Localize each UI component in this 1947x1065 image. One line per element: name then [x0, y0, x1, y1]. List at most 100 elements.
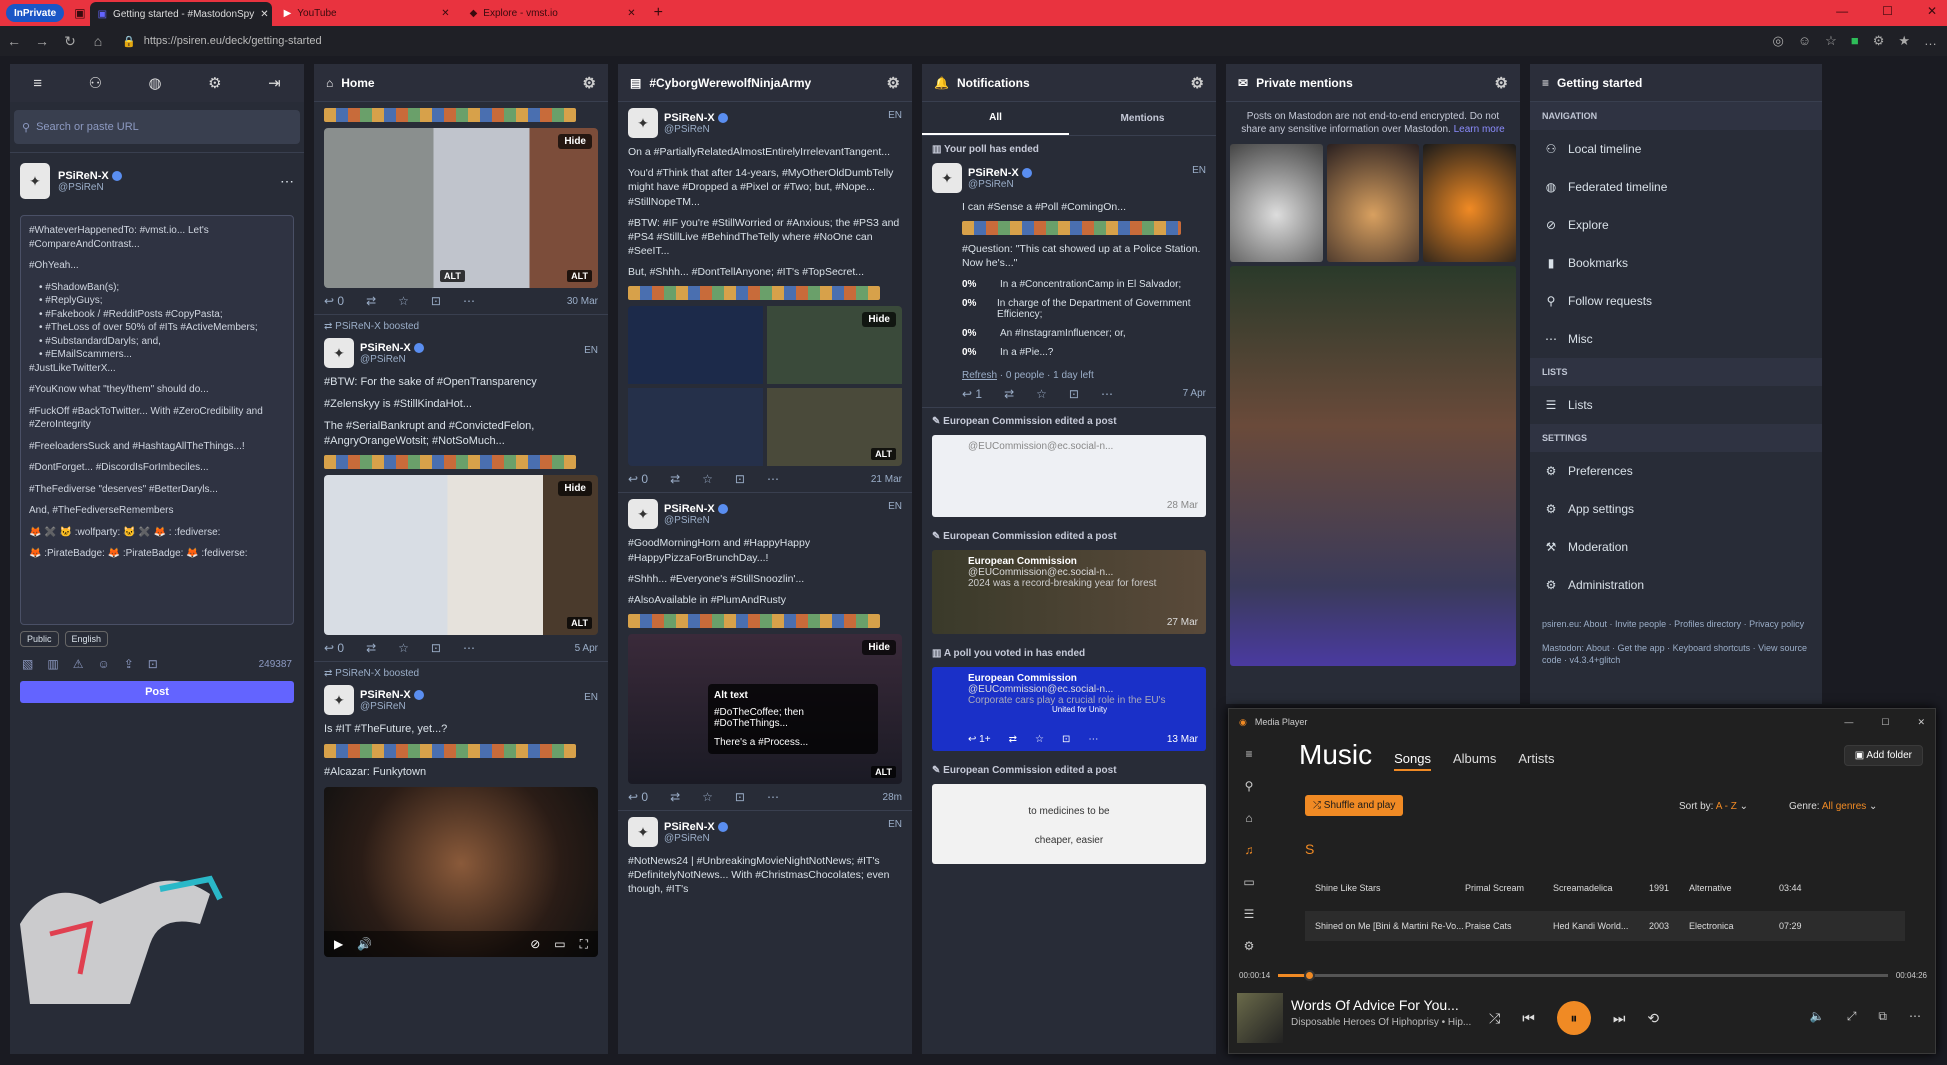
compose-textarea[interactable]: #WhateverHappenedTo: #vmst.io... Let's #… [20, 215, 294, 625]
back-icon[interactable]: ← [0, 33, 28, 49]
sort-dropdown[interactable]: Sort by: A - Z ⌄ [1679, 801, 1748, 812]
pip-icon[interactable]: ▭ [554, 937, 565, 951]
maximize-icon[interactable]: ☐ [1881, 717, 1889, 728]
menu-dots-icon[interactable]: … [1924, 33, 1937, 49]
avatar[interactable]: ✦ [628, 108, 658, 138]
illustration-image[interactable] [1230, 266, 1516, 666]
seek-bar[interactable] [1278, 970, 1888, 981]
media-gallery[interactable]: Hide ALT [324, 475, 598, 636]
home-icon[interactable]: ⌂ [84, 33, 112, 49]
avatar[interactable]: ✦ [324, 338, 354, 368]
status[interactable]: Hide ALT ALT ↩ 0 ⇄ ☆ ⊡ ⋯ 30 Mar [314, 102, 608, 315]
fullscreen-icon[interactable]: ⛶ [580, 937, 588, 952]
search-icon[interactable]: ⚲ [1245, 779, 1254, 793]
post-button[interactable]: Post [20, 681, 294, 703]
favourite-icon[interactable]: ☆ [1036, 387, 1047, 401]
shuffle-icon[interactable]: ⤮ [1489, 1010, 1500, 1027]
minimize-icon[interactable]: — [1836, 4, 1848, 18]
reply-icon[interactable]: ↩ 0 [628, 472, 648, 486]
media-gallery[interactable]: Hide Alt text #DoTheCoffee; then #DoTheT… [628, 634, 902, 785]
now-playing-artist[interactable]: Disposable Heroes Of Hiphoprisy • Hip... [1291, 1017, 1471, 1028]
close-tab-icon[interactable]: ✕ [441, 8, 449, 19]
hide-button[interactable]: Hide [558, 481, 592, 497]
close-icon[interactable]: ✕ [1917, 717, 1925, 728]
reload-icon[interactable]: ↻ [56, 33, 84, 50]
favorite-star-icon[interactable]: ☆ [1825, 33, 1837, 49]
status[interactable]: ✦ PSiReN-X @PSiReN EN #NotNews24 | #Unbrea… [618, 811, 912, 910]
status[interactable]: ⇄ PSiReN-X boosted ✦ PSiReN-X @PSiReN EN #… [314, 315, 608, 663]
nav-explore[interactable]: ⊘ Explore [1530, 206, 1822, 244]
status[interactable]: ⇄ PSiReN-X boosted ✦ PSiReN-X @PSiReN EN I… [314, 662, 608, 967]
poll-refresh-link[interactable]: Refresh [962, 370, 997, 381]
play-icon[interactable]: ▶ [334, 937, 343, 951]
edited-post-card[interactable]: @EUCommission@ec.social-n... 28 Mar [932, 434, 1206, 517]
queue-icon[interactable]: ☰ [1244, 907, 1255, 921]
mastodon-footer[interactable]: Mastodon: About · Get the app · Keyboard… [1530, 638, 1822, 670]
globe-icon[interactable]: ◍ [149, 74, 162, 92]
edited-post-card[interactable]: European Commission @EUCommission@ec.soc… [932, 549, 1206, 634]
genre-dropdown[interactable]: Genre: All genres ⌄ [1789, 801, 1877, 812]
nav-bookmarks[interactable]: ▮ Bookmarks [1530, 244, 1822, 282]
miniplayer-icon[interactable]: ⧉ [1878, 1009, 1887, 1024]
reply-icon[interactable]: ↩ 0 [628, 790, 648, 804]
tab-mentions[interactable]: Mentions [1069, 102, 1216, 135]
tab-artists[interactable]: Artists [1518, 751, 1554, 771]
maximize-icon[interactable]: ☐ [1882, 4, 1893, 18]
media-gallery[interactable] [1230, 144, 1517, 262]
reply-icon[interactable]: ↩ 0 [324, 294, 344, 308]
reply-icon[interactable]: ↩ 0 [324, 641, 344, 655]
add-folder-button[interactable]: ▣ Add folder [1843, 745, 1923, 766]
tab-youtube[interactable]: ▶ YouTube ✕ [276, 2, 458, 24]
more-icon[interactable]: ⋯ [767, 472, 779, 486]
extensions-icon[interactable]: ⚙ [1873, 33, 1885, 49]
next-icon[interactable]: ⏭ [1613, 1010, 1626, 1027]
status[interactable]: ✦ PSiReN-X @PSiReN EN #GoodMorningHorn and… [618, 493, 912, 812]
close-tab-icon[interactable]: ✕ [260, 9, 268, 20]
boost-icon[interactable]: ⇄ [670, 790, 680, 804]
nav-app-settings[interactable]: ⚙ App settings [1530, 490, 1822, 528]
hide-button[interactable]: Hide [862, 640, 896, 656]
favorites-icon[interactable]: ★ [1898, 33, 1910, 49]
favourite-icon[interactable]: ☆ [398, 641, 409, 655]
nav-preferences[interactable]: ⚙ Preferences [1530, 452, 1822, 490]
reply-icon[interactable]: ↩ 1 [962, 387, 982, 401]
captions-icon[interactable]: ⊘ [530, 937, 540, 951]
close-window-icon[interactable]: ✕ [1927, 4, 1937, 18]
tracking-icon[interactable]: ◎ [1773, 33, 1784, 49]
favourite-icon[interactable]: ☆ [398, 294, 409, 308]
boost-icon[interactable]: ⇄ [366, 641, 376, 655]
favourite-icon[interactable]: ☆ [1035, 734, 1044, 745]
logout-icon[interactable]: ⇥ [268, 74, 281, 92]
share-icon[interactable]: ⇪ [124, 657, 134, 671]
close-tab-icon[interactable]: ✕ [627, 8, 635, 19]
menu-icon[interactable]: ≡ [33, 75, 42, 92]
tab-all[interactable]: All [922, 102, 1069, 135]
bookmark-icon[interactable]: ⊡ [735, 472, 745, 486]
media-gallery[interactable]: Hide ALT [628, 306, 902, 467]
volume-icon[interactable]: 🔈 [1810, 1009, 1825, 1024]
minimize-icon[interactable]: — [1844, 717, 1853, 728]
bookmark-icon[interactable]: ⊡ [735, 790, 745, 804]
column-settings-icon[interactable]: ⚙ [583, 74, 596, 92]
status[interactable]: ✦ PSiReN-X @PSiReN EN On a #PartiallyRelat… [618, 102, 912, 494]
column-settings-icon[interactable]: ⚙ [887, 74, 900, 92]
boost-icon[interactable]: ⇄ [1009, 734, 1017, 745]
search-input[interactable]: ⚲ Search or paste URL [14, 110, 300, 144]
nav-follow-requests[interactable]: ⚲ Follow requests [1530, 282, 1822, 320]
previous-icon[interactable]: ⏮ [1522, 1010, 1535, 1027]
avatar[interactable]: ✦ [628, 817, 658, 848]
extension-icon[interactable]: ■ [1851, 33, 1859, 49]
video-player[interactable]: ▶ 🔊 ⊘ ▭ ⛶ [324, 787, 598, 958]
album-art[interactable] [1237, 993, 1283, 1043]
avatar[interactable]: ✦ [932, 163, 962, 193]
nav-administration[interactable]: ⚙ Administration [1530, 566, 1822, 604]
inprivate-badge[interactable]: InPrivate [6, 4, 65, 22]
attach-media-icon[interactable]: ▧ [22, 657, 33, 671]
nav-lists[interactable]: ☰ Lists [1530, 386, 1822, 424]
tab-explore[interactable]: ◆ Explore - vmst.io ✕ [462, 2, 644, 24]
boost-icon[interactable]: ⇄ [1004, 387, 1014, 401]
settings-icon[interactable]: ⚙ [208, 74, 221, 92]
repeat-icon[interactable]: ⟲ [1647, 1010, 1659, 1027]
tab-songs[interactable]: Songs [1394, 751, 1431, 771]
more-icon[interactable]: ⋯ [463, 294, 475, 308]
